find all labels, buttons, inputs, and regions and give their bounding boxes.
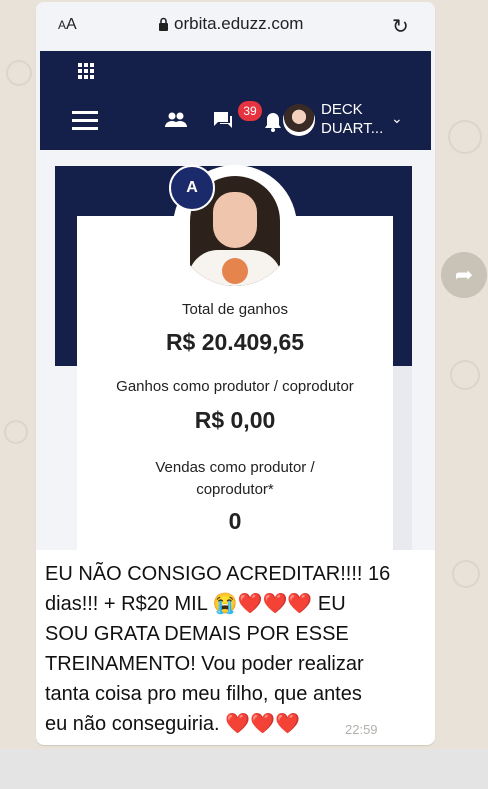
lock-icon [159,17,168,31]
screenshot-image[interactable]: AAAA orbita.eduzz.com ↻ [36,2,435,550]
doodle-circle [450,360,480,390]
browser-url-bar[interactable]: AAAA orbita.eduzz.com ↻ [36,2,435,50]
hamburger-icon[interactable] [72,111,98,130]
message-line: SOU GRATA DEMAIS POR ESSE [45,623,349,645]
user-name[interactable]: DECK DUART... [321,100,383,138]
doodle-circle [4,420,28,444]
doodle-circle [6,60,32,86]
avatar[interactable] [283,104,315,136]
users-icon[interactable] [164,111,188,129]
panel-edge [393,366,412,550]
grid-icon[interactable] [78,63,94,79]
doodle-circle [452,560,480,588]
text-size-button[interactable]: AAAA [58,16,77,34]
doodle-circle [448,120,482,154]
message-segment: dias!!! + R$20 MIL [45,593,213,615]
message-text: EU NÃO CONSIGO ACREDITAR!!!! 16 dias!!! … [45,559,429,739]
url-text[interactable]: orbita.eduzz.com [174,14,303,34]
message-timestamp: 22:59 [345,722,378,737]
total-earnings-label: Total de ganhos [182,301,288,318]
producer-sales-value: 0 [228,508,242,534]
bell-icon[interactable] [264,112,282,132]
app-nav-bar: 39 DECK DUART... ⌄ [40,90,431,150]
message-line: tanta coisa pro meu filho, que antes [45,683,362,705]
total-earnings-value: R$ 20.409,65 [165,329,305,355]
message-segment: eu não conseguiria. [45,713,226,735]
sales-label-line2: coprodutor* [196,481,274,498]
bottom-bar [0,749,488,789]
user-name-line2: DUART... [321,120,384,137]
message-segment: EU [312,593,346,615]
message-line: TREINAMENTO! Vou poder realizar [45,653,364,675]
producer-earnings-value: R$ 0,00 [194,407,276,433]
crying-emoji-icon: 😭 [212,593,238,615]
user-name-line1: DECK [321,101,363,118]
producer-earnings-label: Ganhos como produtor / coprodutor [116,378,354,395]
chat-icon[interactable] [212,110,234,130]
producer-sales-label: Vendas como produtor / coprodutor* [77,457,393,501]
heart-emoji-icon: ❤️❤️❤️ [225,713,300,735]
reload-icon[interactable]: ↻ [392,14,409,39]
forward-icon[interactable]: ➦ [441,252,487,298]
heart-emoji-icon: ❤️❤️❤️ [237,593,313,615]
message-line: dias!!! + R$20 MIL 😭❤️❤️❤️ EU [45,589,429,619]
logo-icon: A [169,165,215,211]
notification-badge: 39 [238,101,262,121]
chevron-down-icon[interactable]: ⌄ [391,110,403,127]
message-line: EU NÃO CONSIGO ACREDITAR!!!! 16 [45,563,391,585]
message-bubble[interactable]: AAAA orbita.eduzz.com ↻ [36,2,435,745]
app-top-bar [40,51,431,90]
sales-label-line1: Vendas como produtor / [155,459,315,476]
